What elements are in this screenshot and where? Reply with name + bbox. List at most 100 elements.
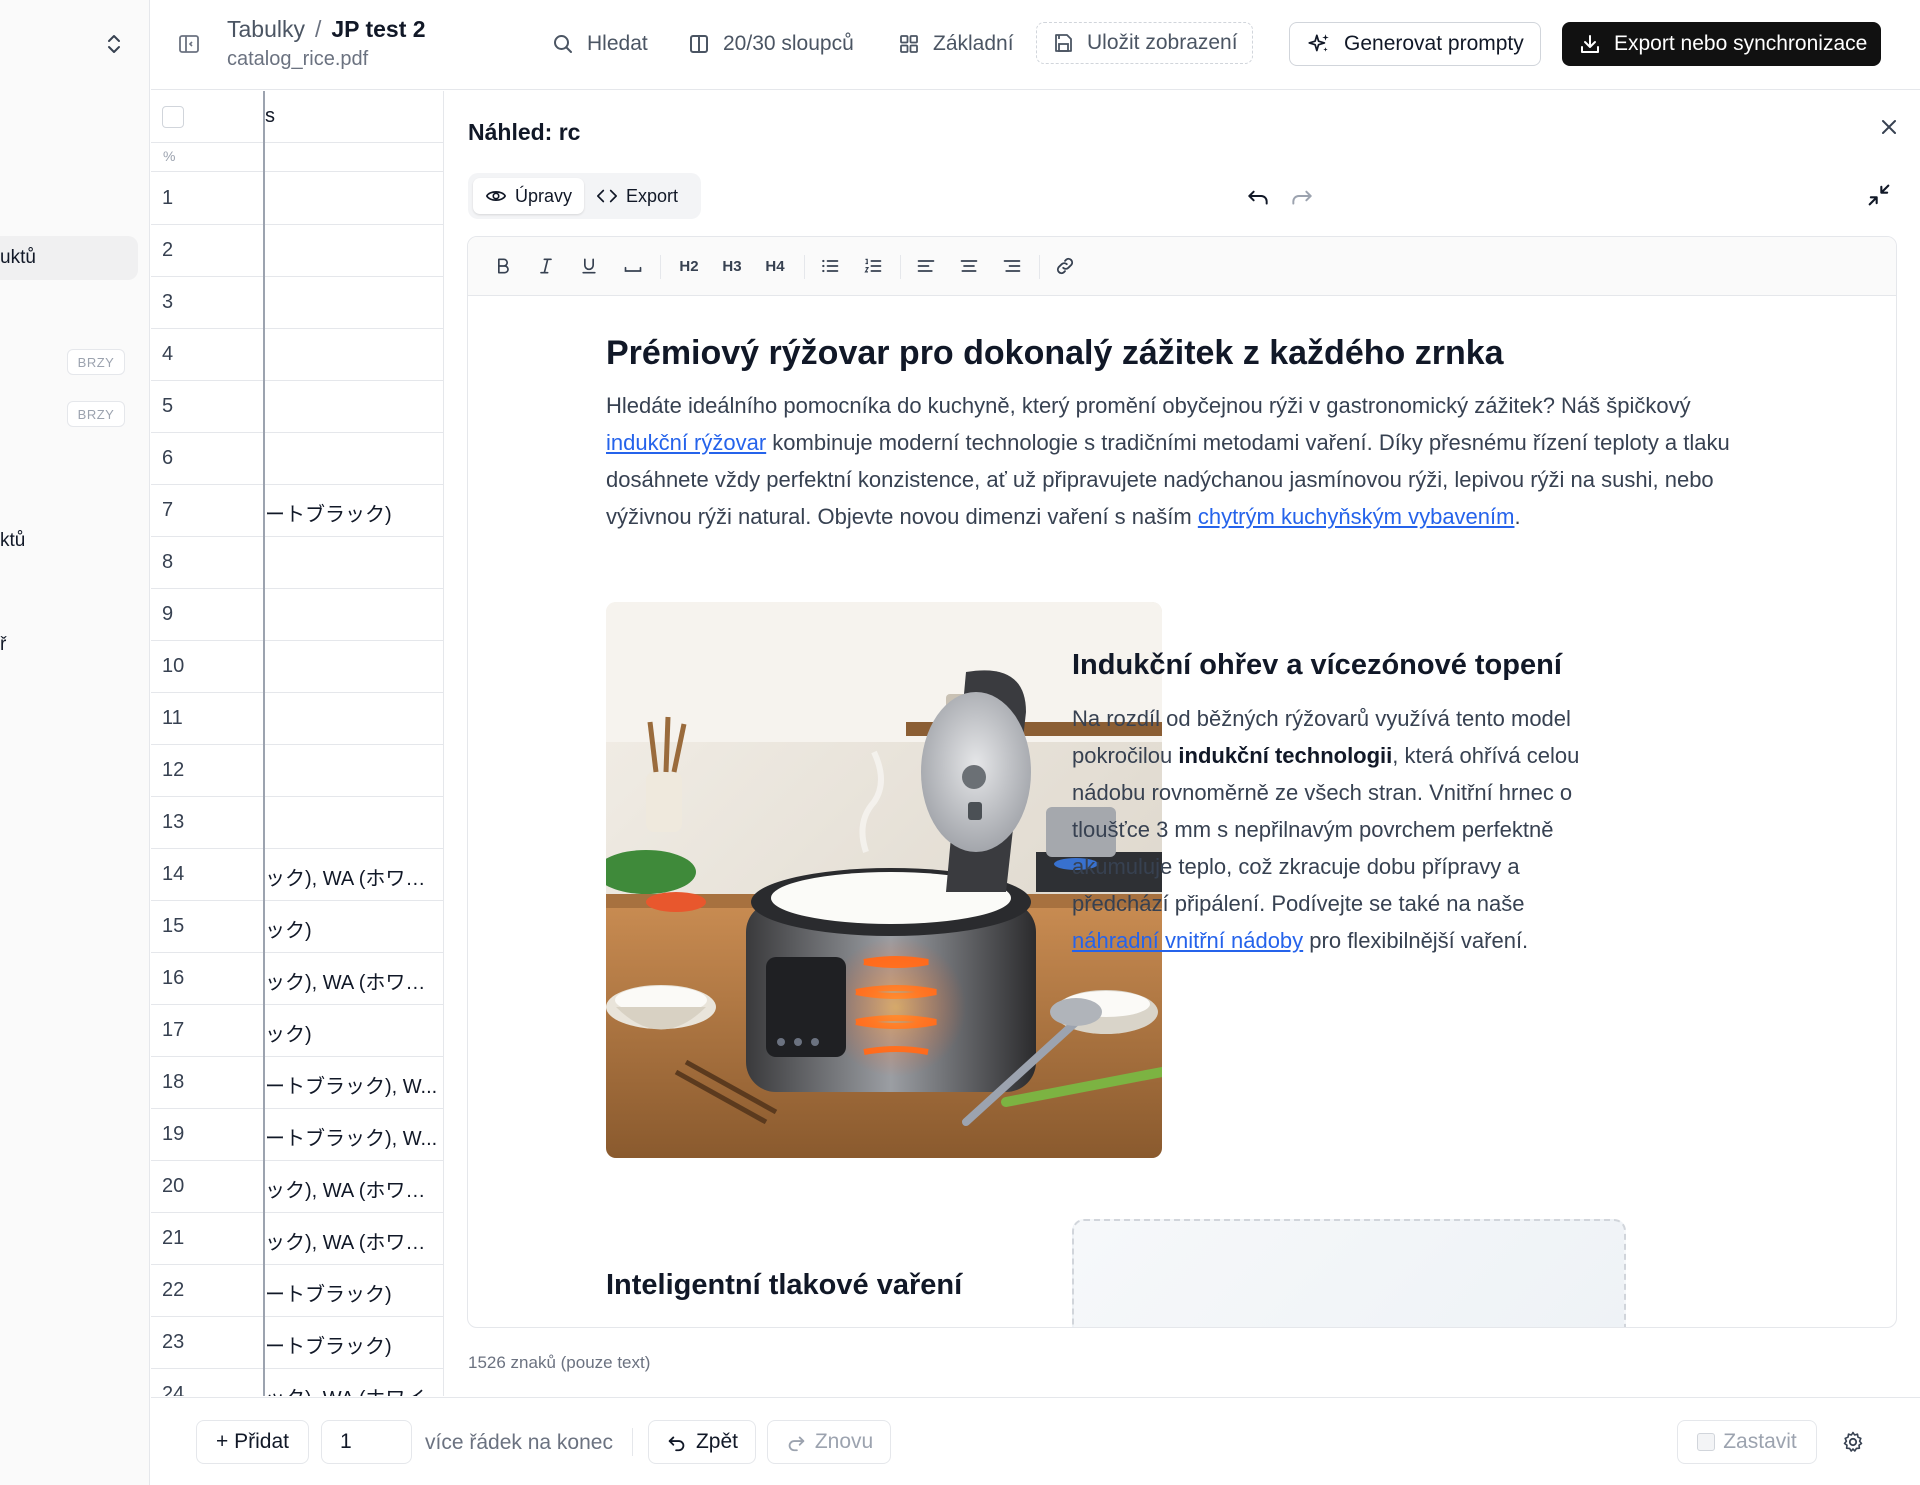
table-row[interactable]: 1	[151, 173, 443, 225]
table-row[interactable]: 7 ートブラック)	[151, 485, 443, 537]
table-row[interactable]: 16 ック), WA (ホワイ...	[151, 953, 443, 1005]
stop-button[interactable]: Zastavit	[1677, 1420, 1817, 1464]
close-icon[interactable]	[1877, 115, 1901, 139]
toolbar-divider	[804, 255, 805, 279]
table-cell[interactable]: ック)	[265, 914, 441, 943]
search-button[interactable]: Hledat	[551, 22, 648, 66]
table-row[interactable]: 10	[151, 641, 443, 693]
rows-count-input[interactable]	[321, 1420, 412, 1464]
select-all-checkbox[interactable]	[162, 106, 184, 128]
table-row[interactable]: 18 ートブラック), W...	[151, 1057, 443, 1109]
undo-button[interactable]: Zpět	[648, 1420, 756, 1464]
table-cell[interactable]: ートブラック), W...	[265, 1122, 441, 1151]
table-cell[interactable]: ック), WA (ホワイ...	[265, 862, 441, 891]
table-cell[interactable]: ック), WA (ホワイ...	[265, 1226, 441, 1255]
save-view-button[interactable]: Uložit zobrazení	[1036, 22, 1253, 64]
table-row[interactable]: 15 ック)	[151, 901, 443, 953]
chevron-up-down-icon[interactable]	[104, 32, 124, 56]
view-button[interactable]: Základní	[897, 22, 1014, 66]
table-cell[interactable]: ートブラック)	[265, 1278, 441, 1307]
export-sync-button[interactable]: Export nebo synchronizace	[1562, 22, 1882, 66]
strikethrough-icon[interactable]	[618, 251, 648, 281]
align-center-icon[interactable]	[954, 251, 984, 281]
table-cell[interactable]: ートブラック)	[265, 498, 441, 527]
table-row[interactable]: 22 ートブラック)	[151, 1265, 443, 1317]
add-rows-button[interactable]: + Přidat	[196, 1420, 309, 1464]
generate-prompts-button[interactable]: Generovat prompty	[1289, 22, 1541, 66]
soon-badge: BRZY	[67, 401, 125, 427]
redo-button[interactable]: Znovu	[767, 1420, 891, 1464]
redo-icon[interactable]	[1289, 183, 1315, 209]
heading3-button[interactable]: H3	[714, 251, 750, 281]
table-row[interactable]: 12	[151, 745, 443, 797]
row-number: 5	[162, 395, 174, 417]
breadcrumb-root[interactable]: Tabulky	[227, 16, 305, 42]
align-left-icon[interactable]	[911, 251, 941, 281]
breadcrumb-separator: /	[314, 16, 322, 42]
row-number: 24	[162, 1383, 185, 1396]
sidebar-item-label[interactable]: ř	[0, 634, 6, 656]
table-row[interactable]: 9	[151, 589, 443, 641]
file-name: catalog_rice.pdf	[227, 48, 369, 70]
table-row[interactable]: 14 ック), WA (ホワイ...	[151, 849, 443, 901]
underline-icon[interactable]	[574, 251, 604, 281]
table-row[interactable]: 8	[151, 537, 443, 589]
heading2-button[interactable]: H2	[671, 251, 707, 281]
italic-icon[interactable]	[531, 251, 561, 281]
table-cell[interactable]: ートブラック), W...	[265, 1070, 441, 1099]
sidebar-toggle-icon[interactable]	[177, 32, 201, 56]
link-inner-pots[interactable]: náhradní vnitřní nádoby	[1072, 928, 1303, 953]
heading4-button[interactable]: H4	[757, 251, 793, 281]
align-right-icon[interactable]	[997, 251, 1027, 281]
toolbar-divider	[900, 255, 901, 279]
table-cell[interactable]: ック), WA (ホワイ...	[265, 1174, 441, 1203]
link-induction-cooker[interactable]: indukční rýžovar	[606, 430, 766, 455]
numbered-list-icon[interactable]	[858, 251, 888, 281]
generate-prompts-label: Generovat prompty	[1344, 32, 1524, 55]
table-row[interactable]: 23 ートブラック)	[151, 1317, 443, 1369]
sidebar-item-label[interactable]: ktů	[0, 530, 25, 552]
row-number: 18	[162, 1071, 185, 1093]
row-number: 11	[162, 707, 183, 729]
table-cell[interactable]: ック), WA (ホワイ	[265, 1382, 441, 1396]
row-number: 20	[162, 1175, 185, 1197]
table-row[interactable]: 5	[151, 381, 443, 433]
bottom-bar: + Přidat více řádek na konec Zpět Znovu …	[151, 1397, 1920, 1485]
column-header[interactable]: s	[265, 105, 275, 128]
table-row[interactable]: 11	[151, 693, 443, 745]
columns-button[interactable]: 20/30 sloupců	[687, 22, 854, 66]
table-row[interactable]: 24 ック), WA (ホワイ	[151, 1369, 443, 1396]
table-row[interactable]: 13	[151, 797, 443, 849]
table-row[interactable]: 6	[151, 433, 443, 485]
paragraph-text: , která ohřívá celou nádobu rovnoměrně z…	[1072, 743, 1580, 916]
column-divider[interactable]	[263, 91, 265, 1396]
row-number: 10	[162, 655, 185, 677]
table-row[interactable]: 21 ック), WA (ホワイ...	[151, 1213, 443, 1265]
table-cell[interactable]: ートブラック)	[265, 1330, 441, 1359]
bullet-list-icon[interactable]	[815, 251, 845, 281]
bold-icon[interactable]	[488, 251, 518, 281]
columns-label: 20/30 sloupců	[723, 32, 854, 55]
stop-checkbox[interactable]	[1697, 1433, 1716, 1451]
table-row[interactable]: 3	[151, 277, 443, 329]
table-row[interactable]: 2	[151, 225, 443, 277]
sidebar-item-label[interactable]: uktů	[0, 247, 36, 269]
table-row[interactable]: 19 ートブラック), W...	[151, 1109, 443, 1161]
table-cell[interactable]: ック), WA (ホワイ...	[265, 966, 441, 995]
tab-edit[interactable]: Úpravy	[473, 178, 585, 214]
code-icon	[597, 189, 617, 203]
content-paragraph-2: Na rozdíl od běžných rýžovarů využívá te…	[1072, 700, 1602, 959]
undo-icon[interactable]	[1245, 183, 1271, 209]
table-cell[interactable]: ック)	[265, 1018, 441, 1047]
editor-content[interactable]: Prémiový rýžovar pro dokonalý zážitek z …	[468, 297, 1896, 1327]
tab-export[interactable]: Export	[584, 178, 690, 214]
image-placeholder[interactable]	[1072, 1219, 1626, 1327]
table-row[interactable]: 4	[151, 329, 443, 381]
minimize-icon[interactable]	[1865, 181, 1893, 209]
link-smart-kitchen[interactable]: chytrým kuchyňským vybavením	[1198, 504, 1515, 529]
table-row[interactable]: 20 ック), WA (ホワイ...	[151, 1161, 443, 1213]
link-icon[interactable]	[1050, 251, 1080, 281]
table-row[interactable]: 17 ック)	[151, 1005, 443, 1057]
gear-icon[interactable]	[1841, 1430, 1865, 1454]
undo-icon	[668, 1436, 685, 1452]
